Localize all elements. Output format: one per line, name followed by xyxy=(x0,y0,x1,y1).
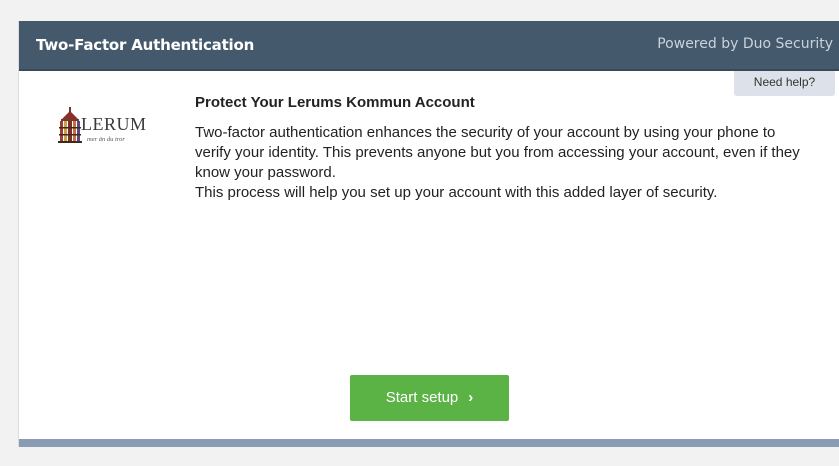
description-paragraph: This process will help you set up your a… xyxy=(195,184,718,201)
page-title: Protect Your Lerums Kommun Account xyxy=(195,94,475,111)
lerum-logo: LERUM mer än du tror xyxy=(58,107,168,157)
chevron-right-icon: › xyxy=(468,389,474,406)
lerum-logo-icon xyxy=(58,107,82,143)
start-setup-button[interactable]: Start setup › xyxy=(350,375,509,421)
description-paragraph: Two-factor authentication enhances the s… xyxy=(195,124,800,181)
header-title: Two-Factor Authentication xyxy=(36,36,255,54)
header-bar: Two-Factor Authentication Powered by Duo… xyxy=(19,21,839,71)
description: Two-factor authentication enhances the s… xyxy=(195,123,815,203)
powered-by-label: Powered by Duo Security xyxy=(657,36,833,52)
duo-frame: Two-Factor Authentication Powered by Duo… xyxy=(18,21,839,447)
logo-tagline: mer än du tror xyxy=(87,136,125,143)
footer-bar xyxy=(19,439,839,447)
start-setup-label: Start setup xyxy=(385,389,459,406)
logo-name: LERUM xyxy=(81,114,147,134)
need-help-button[interactable]: Need help? xyxy=(734,71,835,96)
